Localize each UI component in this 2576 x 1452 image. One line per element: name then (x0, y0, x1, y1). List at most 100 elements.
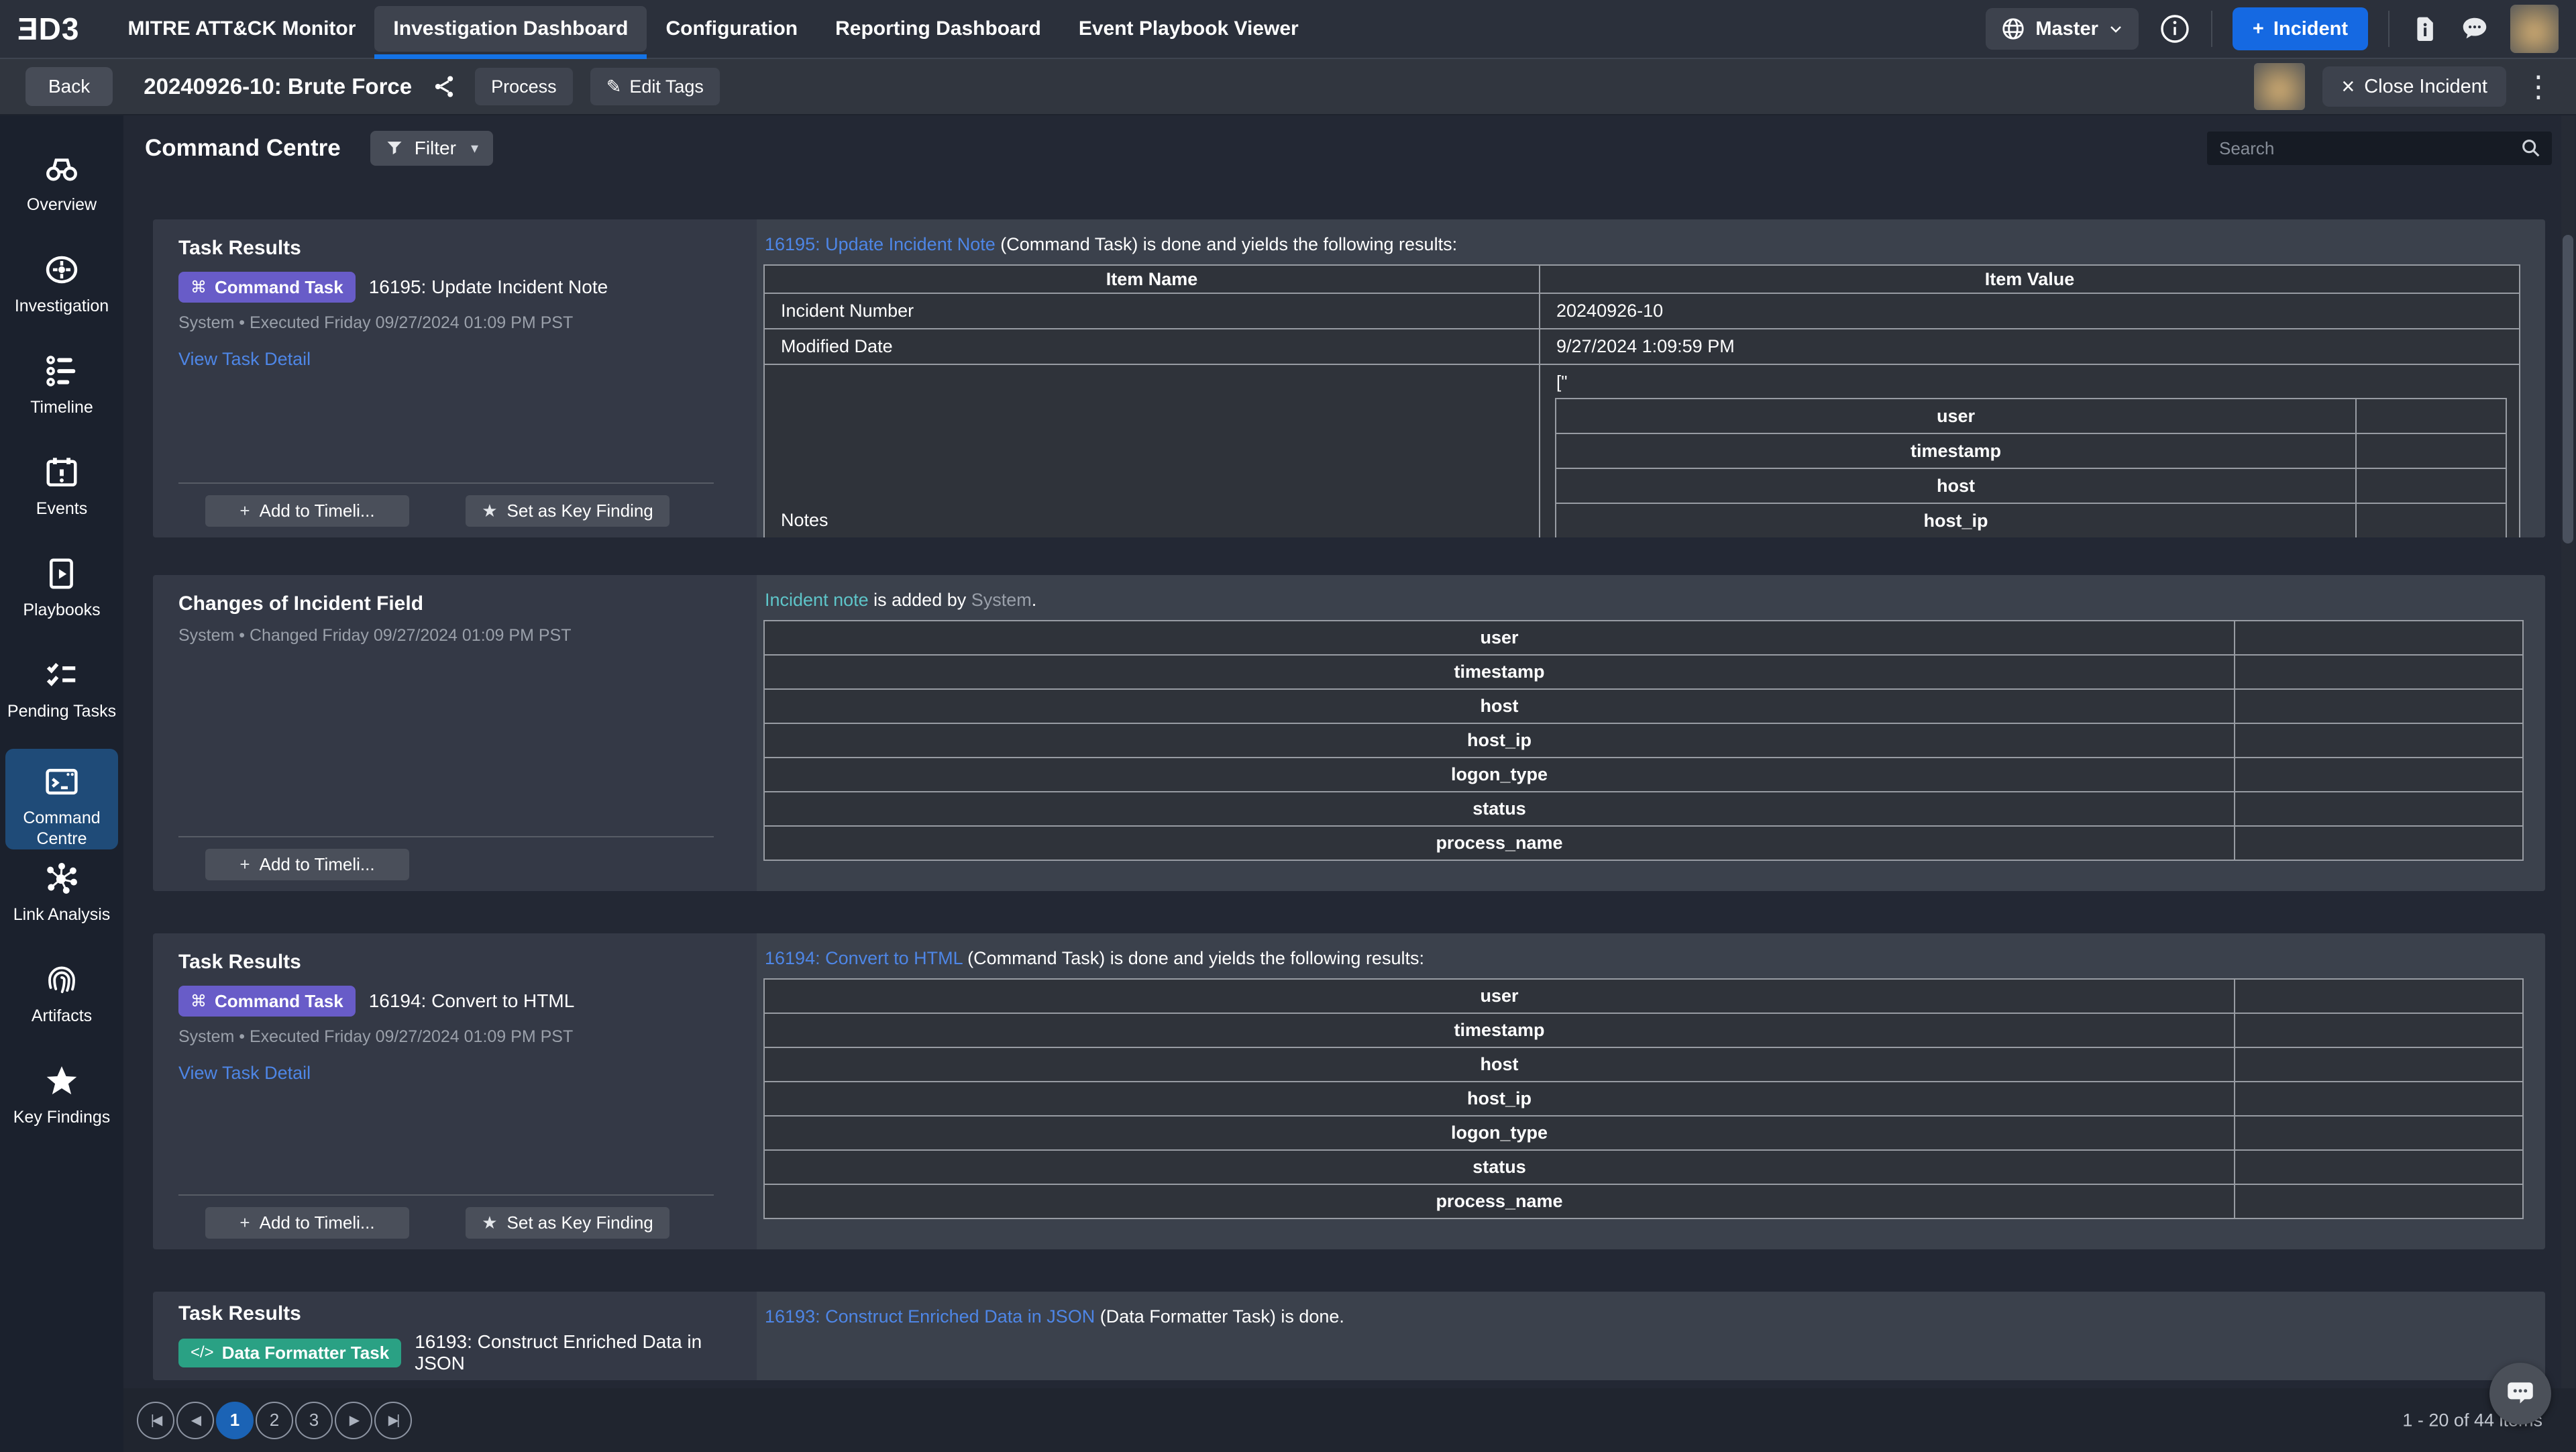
divider (2388, 11, 2390, 47)
sidebar-item-investigation[interactable]: Investigation (5, 242, 118, 344)
add-to-timeline-button[interactable]: + Add to Timeli... (205, 495, 409, 527)
table-row: logon_type (764, 758, 2523, 792)
globe-icon (2000, 16, 2026, 42)
site-selector-master[interactable]: Master (1986, 8, 2139, 50)
add-incident-button[interactable]: + Incident (2233, 7, 2368, 50)
pagination-bar: |◀ ◀ 1 2 3 ▶ ▶| 1 - 20 of 44 items (123, 1388, 2576, 1452)
task-title: 16195: Update Incident Note (369, 276, 608, 298)
command-centre-toolbar: Command Centre Filter ▾ (123, 115, 2576, 181)
card-type-label: Changes of Incident Field (178, 592, 757, 615)
table-row: Modified Date 9/27/2024 1:09:59 PM (764, 329, 2520, 364)
table-row-notes: Notes [" user timestamp host host_ip (764, 364, 2520, 537)
task-link[interactable]: 16195: Update Incident Note (765, 234, 996, 254)
next-page-button[interactable]: ▶ (335, 1402, 372, 1439)
more-options-icon[interactable]: ⋮ (2524, 70, 2551, 104)
previous-page-button[interactable]: ◀ (176, 1402, 214, 1439)
plus-icon: + (239, 854, 250, 875)
fingerprint-icon (42, 960, 81, 999)
card-summary: Task Results </> Data Formatter Task 161… (153, 1292, 757, 1380)
view-task-detail-link[interactable]: View Task Detail (178, 1063, 311, 1084)
table-row: timestamp (764, 1013, 2523, 1047)
d3-logo: ƎD3 (17, 11, 79, 47)
sidebar-item-key-findings[interactable]: Key Findings (5, 1053, 118, 1155)
change-summary: Incident note is added by System. (765, 590, 2545, 611)
terminal-icon (42, 762, 81, 801)
task-result-card-16193: Task Results </> Data Formatter Task 161… (153, 1292, 2545, 1380)
set-key-finding-button[interactable]: ★ Set as Key Finding (466, 1207, 669, 1239)
notes-json-prefix: [" (1556, 372, 2519, 393)
incident-note-link[interactable]: Incident note (765, 590, 869, 610)
sidebar-item-overview[interactable]: Overview (5, 141, 118, 242)
nav-mitre-attack-monitor[interactable]: MITRE ATT&CK Monitor (109, 0, 374, 58)
sidebar-item-link-analysis[interactable]: Link Analysis (5, 851, 118, 952)
first-page-button[interactable]: |◀ (137, 1402, 174, 1439)
checklist-icon (42, 656, 81, 694)
sidebar-item-timeline[interactable]: Timeline (5, 344, 118, 445)
add-to-timeline-button[interactable]: + Add to Timeli... (205, 1207, 409, 1239)
page-button-2[interactable]: 2 (256, 1402, 293, 1439)
sidebar-item-events[interactable]: Events (5, 445, 118, 546)
card-type-label: Task Results (178, 237, 757, 260)
back-button[interactable]: Back (25, 67, 113, 106)
set-key-finding-button[interactable]: ★ Set as Key Finding (466, 495, 669, 527)
table-row: host (1556, 468, 2506, 503)
incident-owner-avatar[interactable] (2254, 63, 2305, 110)
support-chat-button[interactable] (2489, 1363, 2551, 1424)
nav-event-playbook-viewer[interactable]: Event Playbook Viewer (1060, 0, 1318, 58)
view-task-detail-link[interactable]: View Task Detail (178, 349, 311, 370)
card-type-label: Task Results (178, 951, 757, 974)
table-row: process_name (764, 1184, 2523, 1218)
pencil-icon: ✎ (606, 76, 622, 97)
page-button-3[interactable]: 3 (295, 1402, 333, 1439)
sidebar-item-pending-tasks[interactable]: Pending Tasks (5, 647, 118, 749)
command-task-badge: ⌘ Command Task (178, 986, 356, 1017)
card-type-label: Task Results (178, 1302, 757, 1325)
edit-tags-button[interactable]: ✎ Edit Tags (590, 68, 720, 105)
page-button-1[interactable]: 1 (216, 1402, 254, 1439)
plus-icon: + (239, 501, 250, 521)
add-to-timeline-button[interactable]: + Add to Timeli... (205, 849, 409, 880)
timeline-icon (42, 352, 81, 391)
chat-icon[interactable] (2459, 13, 2490, 44)
incident-header-bar: Back 20240926-10: Brute Force Process ✎ … (0, 59, 2576, 115)
table-row: logon_type (764, 1116, 2523, 1150)
card-summary: Changes of Incident Field System • Chang… (153, 575, 757, 891)
process-button[interactable]: Process (475, 68, 573, 105)
search-icon[interactable] (2520, 137, 2542, 160)
app-screen: ƎD3 MITRE ATT&CK Monitor Investigation D… (0, 0, 2576, 1452)
filter-button[interactable]: Filter ▾ (370, 131, 493, 166)
nav-reporting-dashboard[interactable]: Reporting Dashboard (816, 0, 1060, 58)
user-avatar[interactable] (2510, 5, 2559, 53)
nav-configuration[interactable]: Configuration (647, 0, 816, 58)
command-key-icon: ⌘ (191, 278, 207, 297)
nav-investigation-dashboard[interactable]: Investigation Dashboard (374, 0, 647, 58)
star-icon: ★ (482, 1212, 497, 1233)
table-row: user (764, 979, 2523, 1013)
sidebar-item-playbooks[interactable]: Playbooks (5, 546, 118, 647)
info-icon[interactable] (2159, 13, 2191, 45)
task-link[interactable]: 16193: Construct Enriched Data in JSON (765, 1306, 1095, 1327)
target-icon (42, 250, 81, 289)
sidebar-item-artifacts[interactable]: Artifacts (5, 952, 118, 1053)
change-meta: System • Changed Friday 09/27/2024 01:09… (178, 626, 757, 645)
result-table: user timestamp host host_ip logon_type s… (763, 978, 2524, 1219)
sidebar-item-command-centre[interactable]: Command Centre (5, 749, 118, 849)
search-input[interactable] (2219, 138, 2520, 159)
plus-icon: + (239, 1212, 250, 1233)
actor-label: System (971, 590, 1032, 610)
table-row: host (764, 689, 2523, 723)
close-incident-button[interactable]: × Close Incident (2322, 66, 2506, 107)
star-icon: ★ (482, 501, 497, 521)
divider (178, 482, 714, 484)
caret-down-icon: ▾ (471, 140, 478, 157)
table-row: host_ip (764, 1082, 2523, 1116)
page-scrollbar-thumb[interactable] (2563, 235, 2573, 543)
last-page-button[interactable]: ▶| (374, 1402, 412, 1439)
command-task-badge: ⌘ Command Task (178, 272, 356, 303)
share-icon[interactable] (431, 73, 458, 100)
task-link[interactable]: 16194: Convert to HTML (765, 948, 963, 968)
release-notes-icon[interactable] (2410, 14, 2439, 44)
card-summary: Task Results ⌘ Command Task 16195: Updat… (153, 219, 757, 537)
table-row: user (764, 621, 2523, 655)
result-table: Item Name Item Value Incident Number 202… (763, 264, 2520, 537)
